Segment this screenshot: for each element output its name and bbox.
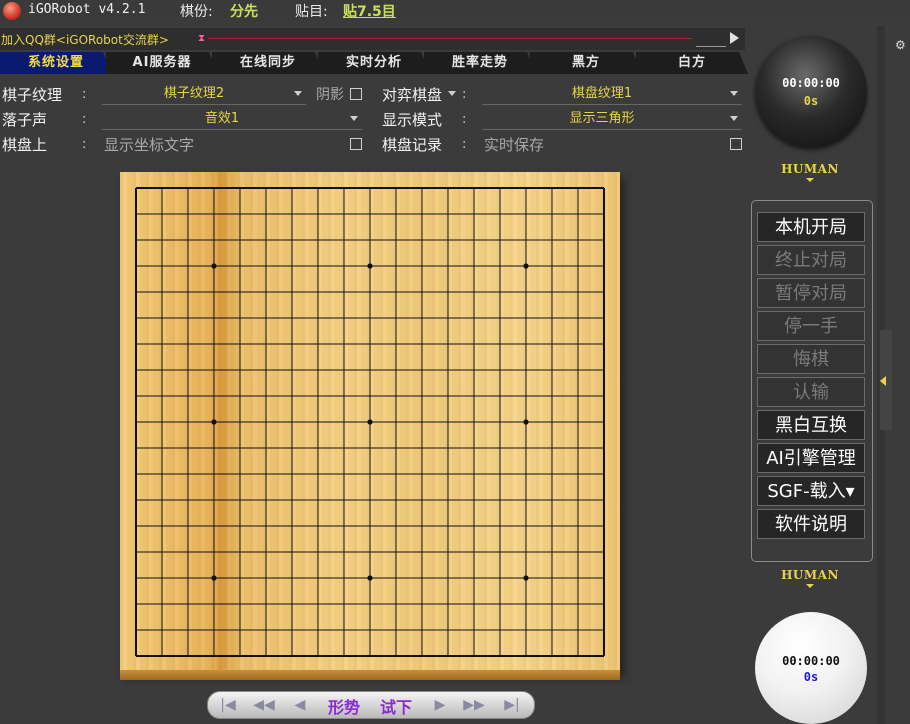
realtime-save-checkbox[interactable]	[730, 138, 742, 150]
star-point	[523, 575, 529, 581]
previous-move-button[interactable]: ◀	[288, 695, 312, 715]
swap-colors-button[interactable]: 黑白互换	[757, 410, 865, 440]
hourglass-icon: ⧗	[198, 33, 206, 44]
first-move-button[interactable]: |◀	[216, 695, 240, 715]
board-record-label: 棋盘记录	[382, 136, 443, 154]
back-five-button[interactable]: ◀◀	[252, 695, 276, 715]
stone-sound-label: 落子声	[2, 111, 48, 129]
app-logo-icon	[3, 2, 21, 20]
board-select-chevron-icon[interactable]	[448, 91, 456, 96]
handicap-value: 分先	[230, 4, 258, 20]
go-board[interactable]	[120, 172, 620, 672]
pass-button[interactable]: 停一手	[757, 311, 865, 341]
end-game-button[interactable]: 终止对局	[757, 245, 865, 275]
komi-value[interactable]: 贴7.5目	[343, 1, 396, 21]
on-board-label: 棋盘上	[2, 136, 48, 154]
new-local-game-button[interactable]: 本机开局	[757, 212, 865, 242]
tab-white[interactable]: 白方	[636, 52, 748, 74]
stone-sound-dropdown[interactable]: 音效1	[102, 109, 362, 130]
star-point	[211, 263, 217, 269]
realtime-save-label: 实时保存	[484, 136, 545, 154]
move-navigation-bar: |◀ ◀◀ ◀ 形势 试下 ▶ ▶▶ ▶|	[207, 691, 535, 719]
trial-play-button[interactable]: 试下	[380, 694, 412, 718]
board-texture-value: 棋盘纹理1	[571, 86, 633, 101]
stone-texture-value: 棋子纹理2	[163, 86, 225, 101]
play-icon[interactable]	[730, 32, 739, 44]
handicap-label: 棋份:	[180, 4, 213, 20]
colon: :	[462, 112, 467, 127]
app-title: iGORobot v4.2.1	[28, 2, 146, 17]
tab-winrate-trend[interactable]: 胜率走势	[424, 52, 536, 74]
stone-sound-value: 音效1	[204, 111, 240, 126]
board-edge	[120, 670, 620, 680]
chevron-down-icon	[294, 91, 302, 96]
chevron-down-icon	[730, 91, 738, 96]
tab-realtime-analysis[interactable]: 实时分析	[318, 52, 430, 74]
star-point	[367, 419, 373, 425]
tab-bar: 系统设置 AI服务器 在线同步 实时分析 胜率走势 黑方 白方	[0, 52, 748, 74]
board-grid[interactable]	[120, 172, 620, 672]
white-player-type[interactable]: HUMAN	[760, 568, 860, 582]
black-type-chevron-icon[interactable]	[806, 178, 814, 182]
tab-black[interactable]: 黑方	[530, 52, 642, 74]
white-seconds: 0s	[803, 670, 819, 684]
next-move-button[interactable]: ▶	[428, 695, 452, 715]
tab-online-sync[interactable]: 在线同步	[212, 52, 324, 74]
board-select-label: 对弈棋盘	[382, 86, 443, 104]
show-coordinates-label: 显示坐标文字	[104, 136, 195, 154]
ai-engine-manager-button[interactable]: AI引擎管理	[757, 443, 865, 473]
white-time: 00:00:00	[782, 654, 840, 668]
komi-label: 贴目:	[295, 4, 328, 20]
last-move-button[interactable]: ▶|	[500, 695, 524, 715]
star-point	[211, 575, 217, 581]
colon: :	[82, 87, 87, 102]
display-mode-label: 显示模式	[382, 111, 443, 129]
star-point	[211, 419, 217, 425]
colon: :	[82, 112, 87, 127]
tab-system-settings[interactable]: 系统设置	[0, 52, 112, 74]
divider	[696, 46, 726, 47]
star-point	[367, 263, 373, 269]
black-player-clock: 00:00:00 0s	[755, 36, 867, 148]
sgf-load-button[interactable]: SGF-载入▾	[757, 476, 865, 506]
collapse-panel-icon[interactable]	[880, 376, 886, 386]
progress-line	[208, 38, 692, 39]
show-coordinates-checkbox[interactable]	[350, 138, 362, 150]
colon: :	[82, 137, 87, 152]
software-help-button[interactable]: 软件说明	[757, 509, 865, 539]
shadow-checkbox[interactable]	[350, 88, 362, 100]
star-point	[367, 575, 373, 581]
black-player-type[interactable]: HUMAN	[760, 162, 860, 176]
qq-group-link[interactable]: 加入QQ群<iGORobot交流群>	[1, 31, 169, 48]
white-type-chevron-icon[interactable]	[806, 584, 814, 588]
display-mode-dropdown[interactable]: 显示三角形	[482, 109, 742, 130]
undo-button[interactable]: 悔棋	[757, 344, 865, 374]
display-mode-value: 显示三角形	[569, 111, 635, 126]
chevron-down-icon	[350, 116, 358, 121]
gear-icon[interactable]: ⚙	[895, 38, 906, 52]
board-texture-dropdown[interactable]: 棋盘纹理1	[482, 84, 742, 105]
stone-texture-label: 棋子纹理	[2, 86, 63, 104]
black-seconds: 0s	[803, 94, 819, 108]
star-point	[523, 263, 529, 269]
pause-game-button[interactable]: 暂停对局	[757, 278, 865, 308]
forward-five-button[interactable]: ▶▶	[462, 695, 486, 715]
colon: :	[462, 87, 467, 102]
star-point	[523, 419, 529, 425]
black-time: 00:00:00	[782, 76, 840, 90]
territory-estimate-button[interactable]: 形势	[328, 694, 360, 718]
stone-texture-dropdown[interactable]: 棋子纹理2	[102, 84, 306, 105]
shadow-label: 阴影	[316, 87, 344, 103]
colon: :	[462, 137, 467, 152]
chevron-down-icon	[730, 116, 738, 121]
white-player-clock: 00:00:00 0s	[755, 612, 867, 724]
resign-button[interactable]: 认输	[757, 377, 865, 407]
tab-ai-server[interactable]: AI服务器	[106, 52, 218, 74]
